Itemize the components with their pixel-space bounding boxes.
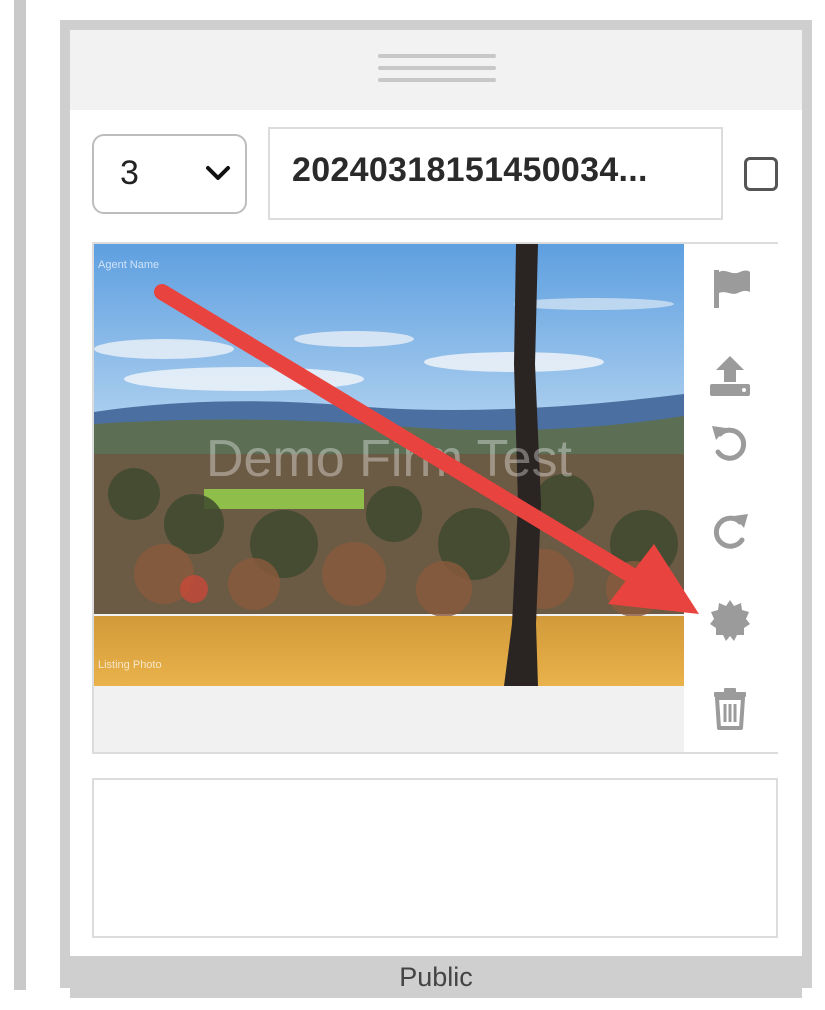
filename-field[interactable]: 20240318151450034... bbox=[268, 127, 723, 220]
filename-text: 20240318151450034... bbox=[292, 151, 648, 189]
visibility-bar[interactable]: Public bbox=[70, 956, 802, 998]
select-photo-checkbox[interactable] bbox=[744, 157, 778, 191]
chevron-down-icon bbox=[206, 166, 230, 180]
photo-card: 3 20240318151450034... Demo Firm Test Ag… bbox=[60, 20, 812, 998]
annotation-arrow bbox=[154, 284, 699, 614]
order-select-value: 3 bbox=[120, 154, 139, 192]
drag-grip-icon bbox=[378, 54, 496, 94]
drag-handle[interactable] bbox=[70, 30, 802, 110]
caption-field[interactable] bbox=[92, 778, 778, 938]
visibility-label: Public bbox=[399, 962, 473, 992]
image-panel: Demo Firm Test Agent Name Listing Photo bbox=[92, 242, 778, 754]
left-divider bbox=[14, 0, 26, 990]
order-select[interactable]: 3 bbox=[92, 134, 247, 214]
